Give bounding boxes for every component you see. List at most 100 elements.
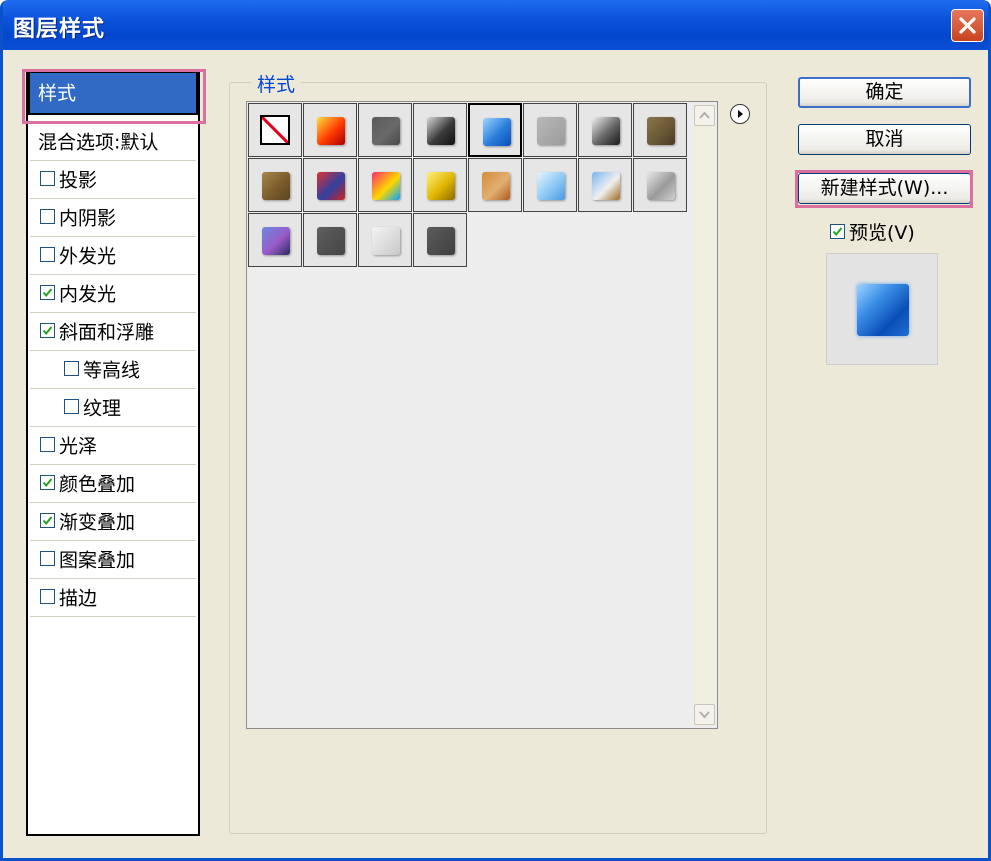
landscape-style-icon [592,172,620,200]
checkbox[interactable] [40,171,55,186]
multicolor-style-icon [372,172,400,200]
close-icon [959,17,976,34]
red-stripes-style-icon [317,172,345,200]
style-swatch[interactable] [303,103,357,157]
style-swatch[interactable] [468,158,522,212]
checkbox[interactable] [40,551,55,566]
left-item-8[interactable]: 纹理 [30,390,196,427]
layer-style-dialog: 图层样式 样式混合选项:默认投影内阴影外发光内发光斜面和浮雕等高线纹理光泽颜色叠… [0,0,991,861]
style-swatch[interactable] [358,158,412,212]
style-swatch[interactable] [633,158,687,212]
checkbox[interactable] [40,247,55,262]
style-swatch[interactable] [303,158,357,212]
style-categories-list: 样式混合选项:默认投影内阴影外发光内发光斜面和浮雕等高线纹理光泽颜色叠加渐变叠加… [26,69,200,836]
window-title: 图层样式 [13,17,106,42]
checkbox[interactable] [40,475,55,490]
left-item-label: 纹理 [83,397,122,420]
left-item-11[interactable]: 渐变叠加 [30,504,196,541]
left-item-label: 样式 [38,82,77,105]
style-swatch[interactable] [413,103,467,157]
chevron-down-icon [699,711,710,719]
style-swatch[interactable] [358,103,412,157]
left-item-label: 渐变叠加 [59,511,136,534]
left-item-label: 混合选项:默认 [38,131,159,154]
checkmark-icon [832,227,843,237]
close-button[interactable] [951,9,984,42]
charcoal-style-icon [427,227,455,255]
checkbox[interactable] [40,209,55,224]
left-item-label: 图案叠加 [59,549,136,572]
light-square-style-icon [372,227,400,255]
style-swatch[interactable] [413,158,467,212]
left-item-label: 等高线 [83,359,141,382]
preview-option[interactable]: 预览(V) [830,218,915,245]
style-swatch[interactable] [248,103,302,157]
left-item-1[interactable]: 混合选项:默认 [30,124,196,161]
style-swatch[interactable] [248,213,302,267]
style-swatch[interactable] [578,103,632,157]
styles-scrollbar[interactable] [694,104,715,726]
light-gray-style-icon [537,117,565,145]
checkbox[interactable] [40,437,55,452]
bronze-style-icon [647,117,675,145]
left-item-label: 颜色叠加 [59,473,136,496]
preview-swatch [857,284,909,336]
none-style-icon [260,115,290,145]
left-item-0[interactable]: 样式 [28,71,198,115]
checkbox[interactable] [64,399,79,414]
style-swatch[interactable] [303,213,357,267]
checkmark-icon [42,478,53,488]
checkbox[interactable] [40,285,55,300]
dark-square-style-icon [317,227,345,255]
style-swatch[interactable] [633,103,687,157]
purple-shadow-style-icon [262,227,290,255]
chevron-up-icon [699,111,710,119]
left-item-label: 内阴影 [59,207,117,230]
left-item-7[interactable]: 等高线 [30,352,196,389]
left-item-label: 内发光 [59,283,117,306]
style-swatch[interactable] [413,213,467,267]
wood-style-icon [262,172,290,200]
title-bar[interactable]: 图层样式 [3,0,988,50]
checkmark-icon [42,326,53,336]
left-item-label: 斜面和浮雕 [59,321,155,344]
left-item-label: 投影 [59,169,98,192]
scroll-down-button[interactable] [694,704,715,725]
left-item-4[interactable]: 外发光 [30,238,196,275]
scroll-up-button[interactable] [694,105,715,126]
left-item-12[interactable]: 图案叠加 [30,542,196,579]
styles-swatch-panel [246,101,718,729]
style-preview [826,253,938,365]
play-arrow-icon [738,110,743,118]
dark-ring-style-icon [427,117,455,145]
gold-style-icon [427,172,455,200]
cancel-button[interactable]: 取消 [798,124,971,155]
left-item-2[interactable]: 投影 [30,162,196,199]
checkmark-icon [42,288,53,298]
style-swatch[interactable] [523,158,577,212]
left-item-6[interactable]: 斜面和浮雕 [30,314,196,351]
left-item-label: 外发光 [59,245,117,268]
red-glow-style-icon [317,117,345,145]
checkmark-icon [42,516,53,526]
style-swatch[interactable] [358,213,412,267]
preview-checkbox[interactable] [830,224,845,239]
styles-group-title: 样式 [251,70,302,97]
checkbox[interactable] [64,361,79,376]
style-swatch[interactable] [248,158,302,212]
left-item-10[interactable]: 颜色叠加 [30,466,196,503]
left-item-3[interactable]: 内阴影 [30,200,196,237]
style-swatch[interactable] [578,158,632,212]
style-swatch[interactable] [468,103,522,157]
styles-menu-button[interactable] [730,104,750,124]
checkbox[interactable] [40,589,55,604]
style-swatch[interactable] [523,103,577,157]
blue-glass-style-icon [483,118,511,146]
left-item-13[interactable]: 描边 [30,580,196,617]
checkbox[interactable] [40,323,55,338]
sunset-style-icon [482,172,510,200]
left-item-5[interactable]: 内发光 [30,276,196,313]
checkbox[interactable] [40,513,55,528]
ok-button[interactable]: 确定 [798,77,971,108]
left-item-9[interactable]: 光泽 [30,428,196,465]
